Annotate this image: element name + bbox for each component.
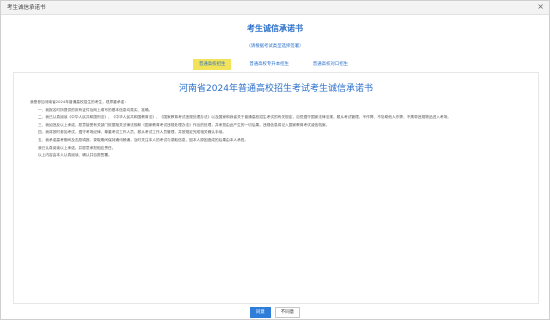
disagree-button[interactable]: 不同意 [274, 307, 300, 318]
exam-type-tabs: 普通高校招生 普通高校专升本招生 普通高校对口招生 [193, 59, 354, 70]
pledge-paragraph: 我已认真阅读以上承诺，并愿意承担相应责任。 [38, 145, 116, 150]
pledge-paragraph: 五、我承诺高考期间及志愿填报、录取期间保持通讯畅通，及时关注本人的考试与录取信息… [38, 137, 249, 142]
pledge-paragraph: 三、我如违反以上承诺，愿意接受有关部门依据相关法律法规和《国家教育考试违规处理办… [38, 122, 330, 127]
pledge-title: 河南省2024年普通高校招生考试考生诚信承诺书 [179, 84, 373, 94]
dialog-title: 考生诚信承诺书 [7, 5, 46, 11]
pledge-body: 我是参加河南省2024年普通高校招生的考生，现郑重承诺： 一、我报名时所提供的所… [30, 99, 522, 160]
pledge-paragraph: 一、我报名时所提供的所有证件及网上填写的基本信息均真实、准确。 [38, 107, 153, 112]
close-icon[interactable]: × [537, 2, 544, 12]
pledge-panel: 河南省2024年普通高校招生考试考生诚信承诺书 我是参加河南省2024年普通高校… [13, 72, 539, 304]
consent-dialog: 考生诚信承诺书 × 考生诚信承诺书 （请根据考试类型选择签署） 普通高校招生 普… [0, 0, 550, 320]
pledge-paragraph: 以上内容由本人认真阅读、确认并自愿签署。 [38, 153, 112, 158]
dialog-footer: 同意 不同意 [1, 307, 549, 318]
tab-vocational-college[interactable]: 普通高校对口招生 [307, 59, 354, 70]
agree-button[interactable]: 同意 [250, 307, 271, 318]
dialog-titlebar: 考生诚信承诺书 × [1, 1, 549, 15]
tab-upgrade-college[interactable]: 普通高校专升本招生 [243, 59, 295, 70]
pledge-paragraph: 四、我将按时参加考试，遵守考场纪律，尊重考试工作人员，服从考试工作人员管理，并按… [38, 130, 227, 135]
pledge-paragraph: 二、我已认真阅读《中华人民共和国刑法》、《中华人民共和国教育法》、《国家教育考试… [38, 115, 451, 120]
page-title: 考生诚信承诺书 [247, 24, 303, 33]
pledge-paragraph: 我是参加河南省2024年普通高校招生的考生，现郑重承诺： [30, 100, 128, 104]
page-subtitle: （请根据考试类型选择签署） [246, 44, 304, 49]
tab-regular-college[interactable]: 普通高校招生 [193, 59, 232, 70]
